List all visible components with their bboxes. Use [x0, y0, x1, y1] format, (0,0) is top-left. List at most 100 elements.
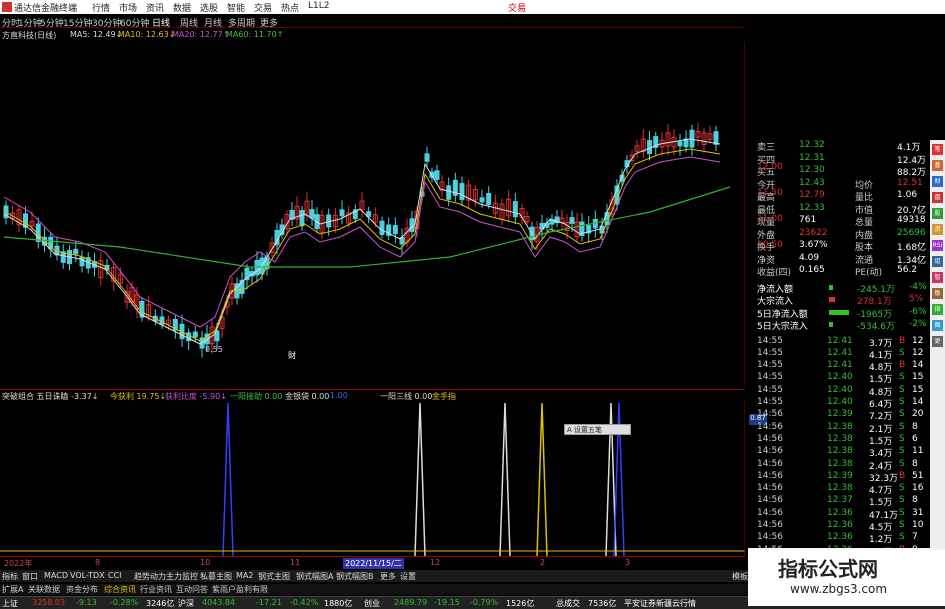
candle-body — [479, 197, 485, 203]
trade-cell: 51 — [912, 470, 924, 481]
trade-cell: 12.38 — [827, 421, 853, 432]
trade-cell: 12.40 — [827, 372, 853, 383]
watermark-url: www.zbgs3.com — [790, 582, 888, 596]
toolbar-icon[interactable]: 组 — [932, 256, 943, 267]
period-tab[interactable]: 日线 — [152, 16, 170, 29]
indicator-chart[interactable] — [0, 401, 745, 556]
indicator-tab[interactable]: 趋势动力 — [134, 571, 166, 582]
trade-cell: S — [899, 495, 905, 506]
info-tab[interactable]: 紫雨户盈利有限 — [212, 584, 268, 595]
trade-cell: 14:56 — [757, 433, 783, 444]
indicator-tab[interactable]: CCI — [108, 571, 122, 580]
index-status-item: 7536亿 — [588, 599, 617, 608]
period-tab[interactable]: 5分钟 — [40, 16, 64, 29]
toolbar-icon[interactable]: 指 — [932, 304, 943, 315]
ma10-label: MA10: 12.63↓ — [118, 30, 176, 39]
template-button[interactable]: 模板 — [732, 571, 748, 582]
candle-body — [424, 153, 430, 162]
candlestick-chart[interactable]: 8.55 财 — [0, 42, 745, 387]
candle-body — [379, 220, 385, 235]
indicator-tab[interactable]: 更多 — [380, 571, 396, 582]
period-tab[interactable]: 30分钟 — [92, 16, 121, 29]
quote-label: 总量 — [855, 218, 874, 228]
trade-row: 14:56 12.39 32.3万 B 51 — [747, 470, 930, 484]
period-tab[interactable]: 多周期 — [228, 16, 255, 29]
trade-cell: 14:56 — [757, 532, 783, 543]
indicator-tab[interactable]: MACD — [44, 571, 68, 580]
watermark-title: 指标公式网 — [778, 557, 878, 581]
trade-menu-item[interactable]: 交易 — [508, 1, 526, 14]
menu-item[interactable]: L1L2 — [308, 1, 335, 14]
toolbar-icon[interactable]: 板 — [932, 288, 943, 299]
info-tab[interactable]: 行业资讯 — [140, 584, 172, 595]
period-tab[interactable]: 15分钟 — [63, 16, 92, 29]
info-tab[interactable]: 关联数据 — [28, 584, 60, 595]
trade-cell: 6 — [912, 433, 918, 444]
quote-label: 均价 — [855, 180, 874, 191]
trade-cell: 12.41 — [827, 360, 853, 371]
indicator-tab[interactable]: MA2 — [236, 571, 253, 580]
indicator-tab[interactable]: VOL-TDX — [70, 571, 105, 580]
info-tab[interactable]: 扩展A — [2, 584, 23, 595]
menu-item[interactable]: 行情 — [92, 1, 119, 14]
menu-item[interactable]: 数据 — [173, 1, 200, 14]
trade-cell: 6.4万 — [869, 400, 893, 410]
trade-cell: B — [899, 470, 906, 481]
toolbar-icon[interactable]: RSI — [932, 240, 943, 251]
quote-label: 收益(四) — [757, 268, 792, 278]
period-tab[interactable]: 月线 — [204, 16, 222, 29]
indicator-tab[interactable]: 钢式主图 — [258, 571, 290, 582]
toolbar-icon[interactable]: 图 — [932, 320, 943, 331]
quote-value: 1.34亿 — [897, 255, 927, 266]
trade-cell: S — [899, 347, 905, 358]
floating-tooltip[interactable]: A 设置五笔 — [564, 424, 631, 435]
info-tab[interactable]: 资金分布 — [66, 584, 98, 595]
menu-item[interactable]: 交易 — [254, 1, 281, 14]
period-tab[interactable]: 60分钟 — [120, 16, 149, 29]
period-tab[interactable]: 更多 — [260, 16, 278, 29]
indicator-tab[interactable]: 钢式幅图A — [296, 571, 333, 582]
trade-cell: S — [899, 458, 905, 469]
candle-body — [569, 217, 575, 224]
toolbar-icon[interactable]: 盘 — [932, 192, 943, 203]
quote-value: 12.32 — [799, 140, 825, 150]
toolbar-icon[interactable]: 资 — [932, 224, 943, 235]
toolbar-icon[interactable]: 笔 — [932, 144, 943, 155]
indicator-tab[interactable]: 窗口 — [22, 571, 38, 582]
flow-value: -534.6万 — [857, 322, 896, 332]
quote-value: 4.1万 — [897, 143, 921, 153]
trade-cell: 14:55 — [757, 384, 783, 395]
info-tab[interactable]: 综合资讯 — [104, 584, 136, 595]
menu-item[interactable]: 市场 — [119, 1, 146, 14]
index-status-item: 平安证券新疆云行情 — [624, 599, 696, 608]
period-tab[interactable]: 1分钟 — [18, 16, 42, 29]
period-tab[interactable]: 周线 — [180, 16, 198, 29]
indicator-tab[interactable]: 钢式幅图B — [336, 571, 374, 582]
quote-value: 12.33 — [799, 202, 825, 213]
toolbar-icon[interactable]: 更 — [932, 336, 943, 347]
menu-item[interactable]: 智能 — [227, 1, 254, 14]
menu-item[interactable]: 热点 — [281, 1, 308, 14]
flow-value: 278.1万 — [857, 297, 892, 307]
indicator-tab[interactable]: 私募主图 — [200, 571, 232, 582]
indicator-tab[interactable]: 设置 — [400, 571, 416, 582]
menu-item[interactable]: 选股 — [200, 1, 227, 14]
flow-bar — [829, 297, 835, 302]
watermark: 指标公式网 www.zbgs3.com — [748, 548, 945, 606]
indicator-tab[interactable]: 指标 — [2, 571, 18, 582]
quote-value: 12.79 — [799, 190, 825, 200]
toolbar-icon[interactable]: 财 — [932, 176, 943, 187]
quote-label: PE(动) — [855, 268, 883, 278]
info-tab[interactable]: 互动问答 — [176, 584, 208, 595]
quote-value: 0.165 — [799, 265, 825, 275]
trade-cell: S — [899, 421, 905, 432]
menu-item[interactable]: 资讯 — [146, 1, 173, 14]
indicator-tab[interactable]: 主力监控 — [166, 571, 198, 582]
toolbar-icon[interactable]: 股 — [932, 208, 943, 219]
toolbar-icon[interactable]: 智 — [932, 272, 943, 283]
candle-body — [299, 210, 305, 227]
trade-row: 14:55 12.40 6.4万 S 14 — [747, 397, 930, 410]
trade-row: 14:55 12.41 4.8万 B 14 — [747, 360, 930, 373]
toolbar-icon[interactable]: 基 — [932, 160, 943, 171]
flow-value: -1965万 — [857, 309, 893, 320]
